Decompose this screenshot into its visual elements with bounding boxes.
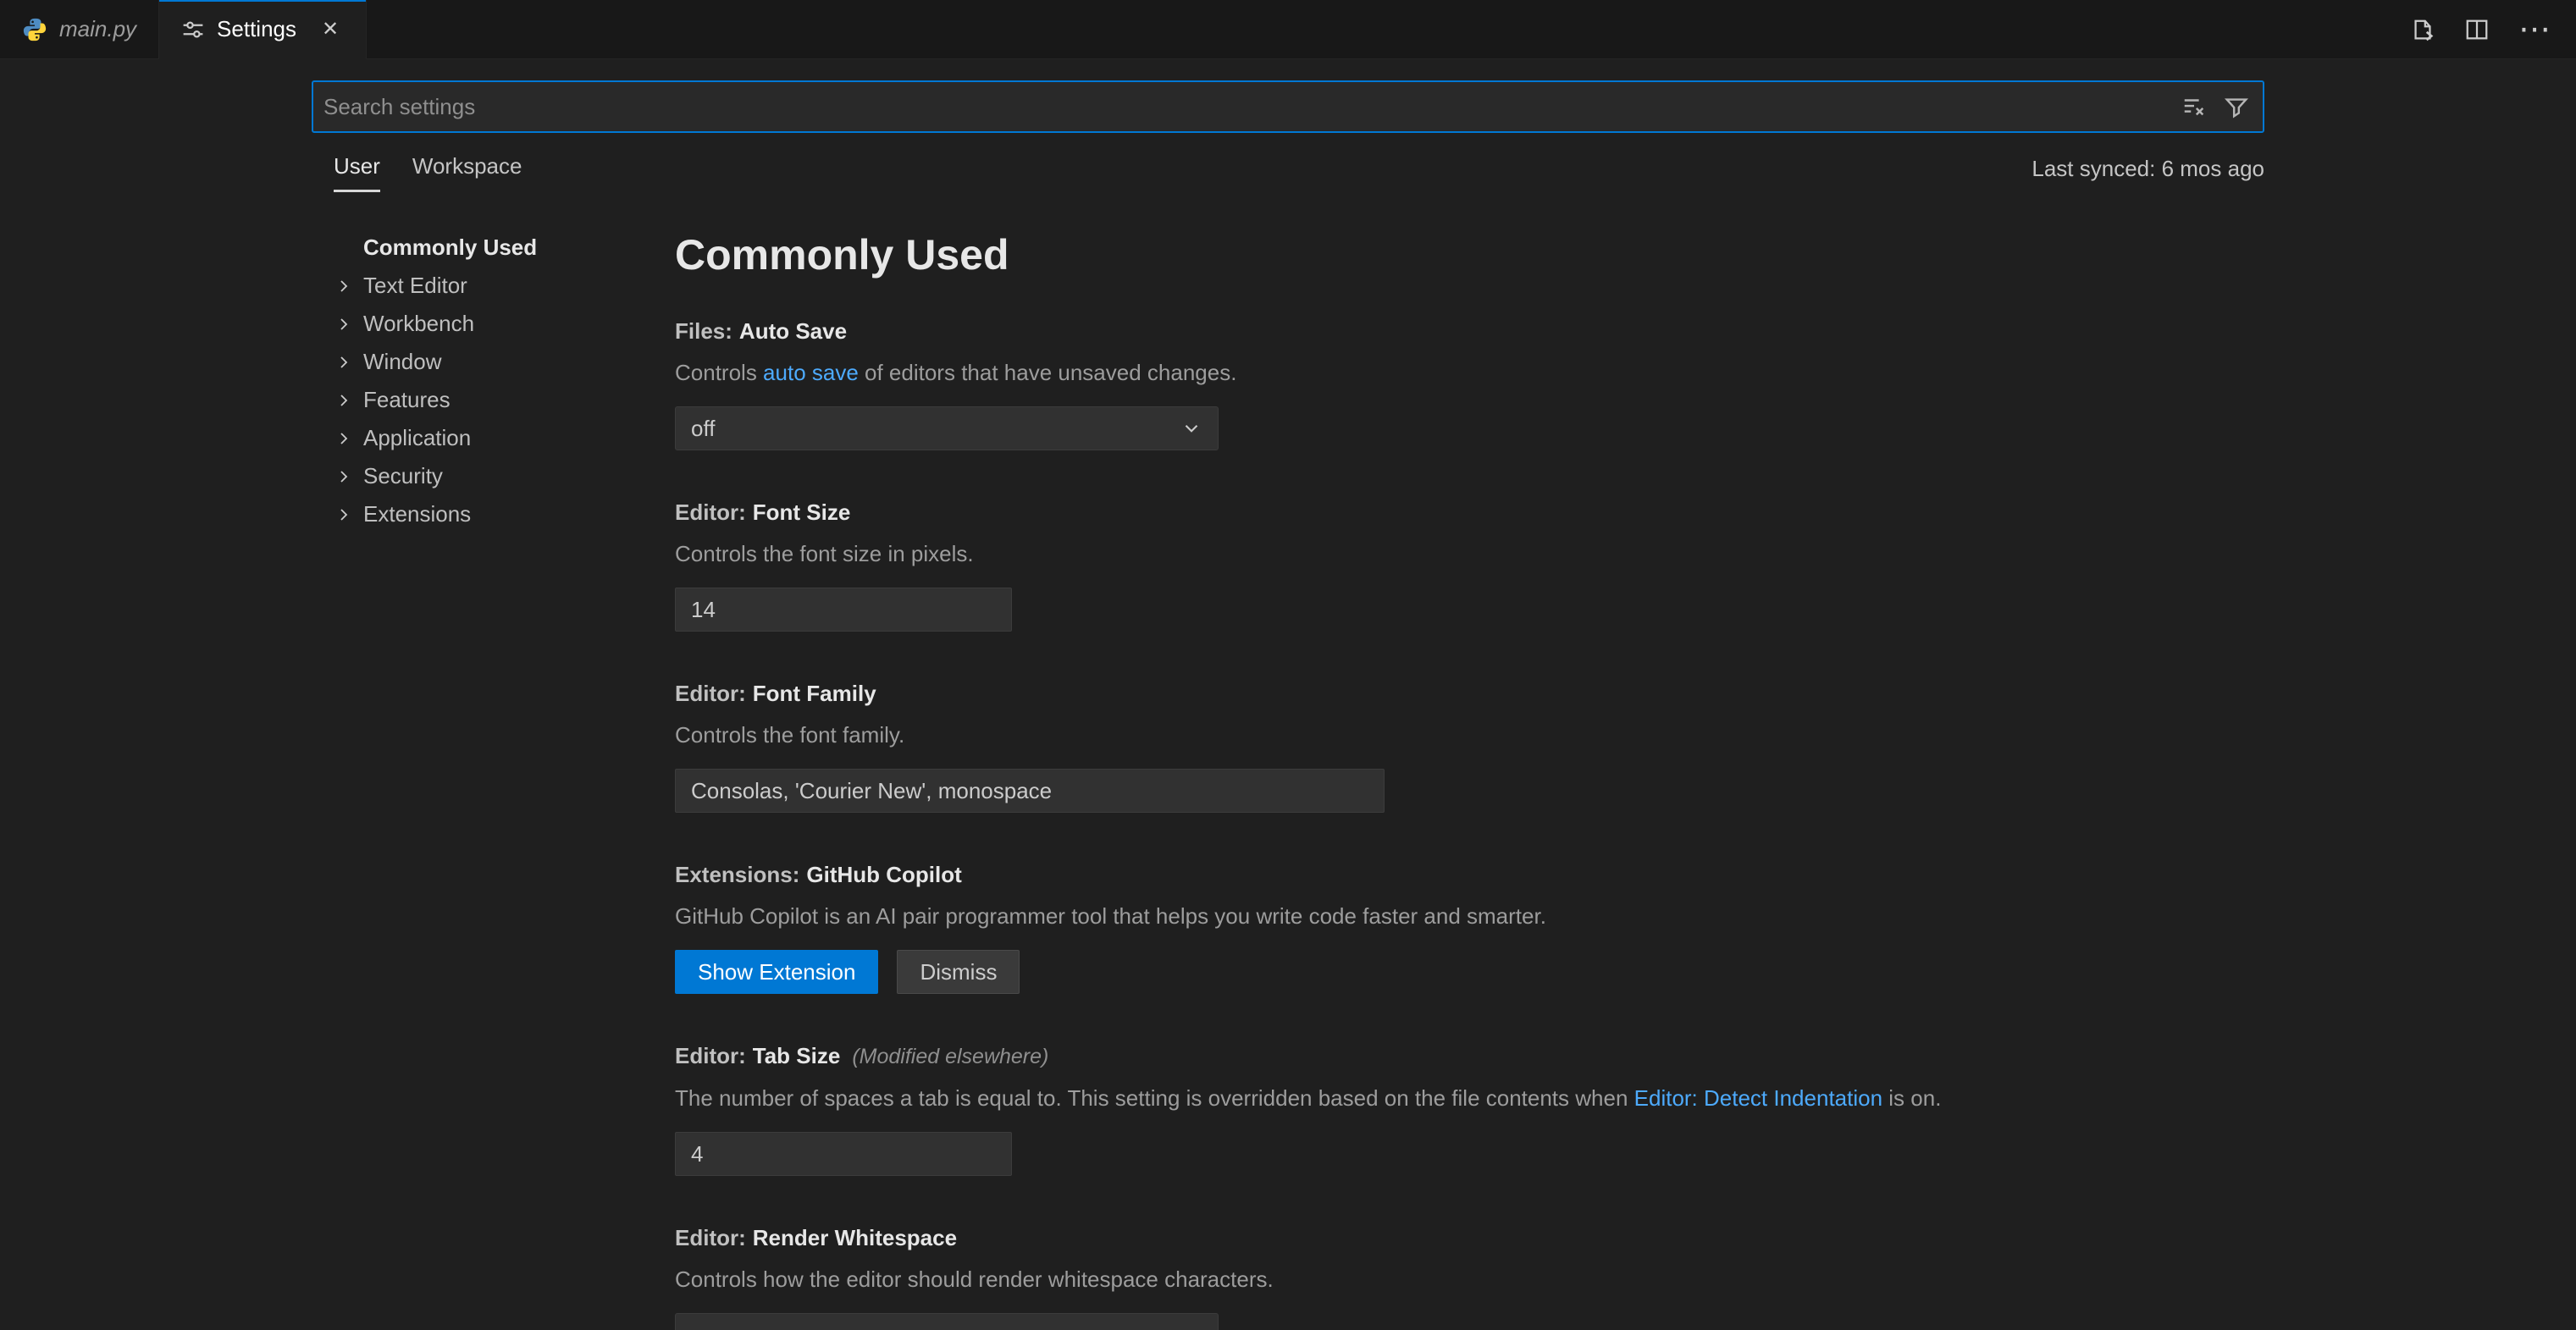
setting-description: Controls auto save of editors that have … — [675, 357, 2264, 388]
setting-editor-render-whitespace: Editor: Render Whitespace Controls how th… — [675, 1223, 2264, 1330]
chevron-right-icon — [334, 466, 363, 487]
tab-settings[interactable]: Settings ✕ — [159, 0, 367, 59]
setting-category: Editor: — [675, 1043, 746, 1068]
setting-name: Tab Size — [753, 1043, 841, 1068]
auto-save-select[interactable]: off — [675, 406, 1219, 450]
setting-category: Files: — [675, 318, 732, 344]
close-icon[interactable]: ✕ — [317, 15, 344, 43]
setting-description: Controls how the editor should render wh… — [675, 1264, 2264, 1294]
setting-category: Editor: — [675, 499, 746, 525]
open-settings-json-icon[interactable] — [2410, 17, 2435, 42]
toc-item-security[interactable]: Security — [334, 457, 675, 495]
setting-name: Font Size — [753, 499, 851, 525]
settings-content: Commonly Used Files: Auto Save Controls a… — [675, 229, 2264, 1330]
toc-item-window[interactable]: Window — [334, 343, 675, 381]
scope-tab-workspace[interactable]: Workspace — [412, 153, 522, 192]
toc-item-features[interactable]: Features — [334, 381, 675, 419]
setting-description: Controls the font family. — [675, 720, 2264, 750]
clear-search-results-icon[interactable] — [2181, 94, 2207, 119]
editor-actions: ⋯ — [2410, 0, 2576, 58]
chevron-down-icon — [1180, 1324, 1202, 1330]
chevron-right-icon — [334, 505, 363, 525]
chevron-right-icon — [334, 428, 363, 449]
filter-settings-icon[interactable] — [2224, 94, 2249, 119]
search-actions — [2181, 94, 2249, 119]
toc-item-workbench[interactable]: Workbench — [334, 305, 675, 343]
toc-item-text-editor[interactable]: Text Editor — [334, 267, 675, 305]
tab-size-input[interactable] — [675, 1132, 1012, 1176]
font-size-input[interactable] — [675, 588, 1012, 632]
setting-name: Font Family — [753, 681, 876, 706]
setting-editor-font-size: Editor: Font Size Controls the font size … — [675, 498, 2264, 632]
tab-label: Settings — [217, 16, 296, 42]
chevron-right-icon — [334, 390, 363, 411]
render-whitespace-select[interactable] — [675, 1313, 1219, 1330]
setting-files-auto-save: Files: Auto Save Controls auto save of ed… — [675, 317, 2264, 450]
settings-scope-row: User Workspace Last synced: 6 mos ago — [312, 153, 2264, 192]
settings-editor: User Workspace Last synced: 6 mos ago Co… — [0, 80, 2576, 1330]
toc-item-extensions[interactable]: Extensions — [334, 495, 675, 533]
setting-name: GitHub Copilot — [806, 862, 961, 887]
settings-sliders-icon — [181, 18, 205, 41]
settings-search-bar — [312, 80, 2264, 133]
setting-description: GitHub Copilot is an AI pair programmer … — [675, 901, 2264, 931]
editor-tab-bar: main.py Settings ✕ ⋯ — [0, 0, 2576, 59]
setting-category: Editor: — [675, 1225, 746, 1250]
more-actions-icon[interactable]: ⋯ — [2518, 14, 2551, 46]
auto-save-link[interactable]: auto save — [763, 360, 859, 385]
setting-name: Render Whitespace — [753, 1225, 957, 1250]
setting-extensions-github-copilot: Extensions: GitHub Copilot GitHub Copilot… — [675, 860, 2264, 994]
search-settings-input[interactable] — [323, 94, 2181, 120]
chevron-right-icon — [334, 314, 363, 334]
chevron-right-icon — [334, 276, 363, 296]
scope-tab-user[interactable]: User — [334, 153, 380, 192]
last-synced-label: Last synced: 6 mos ago — [2032, 156, 2264, 192]
tab-main-py[interactable]: main.py — [0, 0, 159, 58]
settings-toc: Commonly Used Text Editor Workbench — [312, 229, 675, 1330]
page-title: Commonly Used — [675, 229, 2264, 281]
split-editor-icon[interactable] — [2464, 17, 2490, 42]
dismiss-button[interactable]: Dismiss — [897, 950, 1020, 994]
show-extension-button[interactable]: Show Extension — [675, 950, 878, 994]
chevron-down-icon — [1180, 417, 1202, 439]
python-icon — [22, 17, 47, 42]
setting-category: Editor: — [675, 681, 746, 706]
toc-item-application[interactable]: Application — [334, 419, 675, 457]
setting-editor-tab-size: Editor: Tab Size (Modified elsewhere) The … — [675, 1041, 2264, 1176]
setting-editor-font-family: Editor: Font Family Controls the font fam… — [675, 679, 2264, 813]
select-value: off — [691, 416, 715, 442]
setting-description: The number of spaces a tab is equal to. … — [675, 1083, 2264, 1113]
toc-item-commonly-used[interactable]: Commonly Used — [334, 229, 675, 267]
setting-description: Controls the font size in pixels. — [675, 538, 2264, 569]
font-family-input[interactable] — [675, 769, 1385, 813]
modified-elsewhere-annotation: (Modified elsewhere) — [852, 1045, 1048, 1068]
detect-indentation-link[interactable]: Editor: Detect Indentation — [1634, 1085, 1882, 1111]
setting-category: Extensions: — [675, 862, 799, 887]
chevron-right-icon — [334, 352, 363, 373]
tab-label: main.py — [59, 16, 136, 42]
setting-name: Auto Save — [739, 318, 847, 344]
